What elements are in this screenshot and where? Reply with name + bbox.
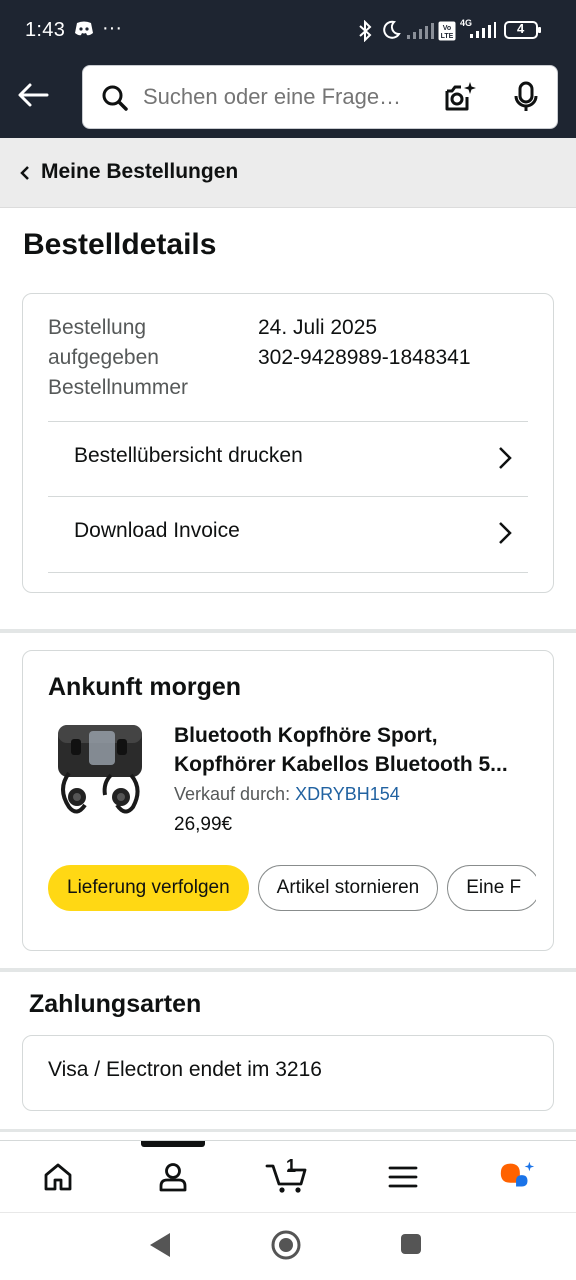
download-invoice-link[interactable]: Download Invoice — [48, 496, 528, 571]
product-title-line1: Bluetooth Kopfhöre Sport, — [174, 724, 438, 747]
system-home-icon[interactable] — [271, 1230, 301, 1265]
action-buttons-row[interactable]: Lieferung verfolgen Artikel stornieren Ein… — [48, 865, 536, 913]
payment-card-ending: endet im 3216 — [188, 1058, 322, 1081]
moon-icon — [381, 20, 401, 45]
order-placed-label-line1: Bestellung — [48, 316, 147, 339]
rufus-icon[interactable] — [497, 1157, 537, 1197]
product-image[interactable] — [55, 719, 145, 829]
order-placed-value: 24. Juli 2025 — [258, 316, 378, 339]
order-placed-label-line2: aufgegeben — [48, 346, 159, 369]
signal-icon-2 — [466, 21, 496, 44]
status-bar: 1:43 ··· Vo LTE 4G 4 — [0, 0, 576, 60]
seller-link[interactable]: XDRYBH154 — [295, 784, 400, 804]
svg-text:LTE: LTE — [441, 33, 454, 40]
section-divider — [0, 629, 576, 633]
system-back-icon[interactable] — [148, 1231, 172, 1264]
search-input[interactable] — [143, 66, 423, 128]
payment-method-name: Visa / Electron — [48, 1058, 184, 1081]
order-number-label: Bestellnummer — [48, 376, 189, 399]
microphone-icon[interactable] — [513, 81, 539, 118]
track-package-button[interactable]: Lieferung verfolgen — [48, 865, 249, 911]
product-title-line2: Kopfhörer Kabellos Bluetooth 5... — [174, 753, 508, 776]
back-button[interactable] — [14, 76, 52, 114]
menu-icon[interactable] — [383, 1157, 423, 1197]
bluetooth-icon — [358, 19, 372, 47]
search-bar[interactable] — [82, 65, 558, 129]
breadcrumb-label: Meine Bestellungen — [41, 160, 239, 183]
search-icon — [101, 84, 129, 117]
svg-text:Vo: Vo — [443, 25, 451, 32]
chevron-right-icon — [498, 521, 512, 550]
chevron-right-icon — [498, 446, 512, 475]
delivery-status-title: Ankunft morgen — [48, 673, 242, 701]
account-icon[interactable] — [153, 1157, 193, 1197]
home-icon[interactable] — [38, 1157, 78, 1197]
divider — [48, 572, 528, 573]
section-divider — [0, 1129, 576, 1132]
breadcrumb[interactable]: Meine Bestellungen — [0, 138, 576, 208]
search-header — [0, 60, 576, 138]
download-invoice-label: Download Invoice — [74, 519, 240, 542]
print-order-summary-label: Bestellübersicht drucken — [74, 444, 303, 467]
seller-prefix: Verkauf durch: — [174, 784, 291, 804]
delivery-card: Ankunft morgen Bluetooth Kopfhöre Sport,… — [22, 650, 554, 951]
more-notifications-icon: ··· — [102, 17, 122, 39]
cancel-item-button[interactable]: Artikel stornieren — [257, 865, 439, 911]
signal-icon-1 — [406, 22, 434, 45]
volte-icon: Vo LTE — [438, 21, 456, 46]
discord-icon — [74, 21, 94, 42]
payment-method-card: Visa / Electron endet im 3216 — [22, 1035, 554, 1111]
order-info-card: Bestellung aufgegeben 24. Juli 2025 Best… — [22, 293, 554, 593]
battery-level: 4 — [517, 21, 525, 36]
order-number-value: 302-9428989-1848341 — [258, 346, 471, 369]
section-divider — [0, 968, 576, 972]
product-title[interactable]: Bluetooth Kopfhöre Sport, Kopfhörer Kabe… — [174, 721, 534, 779]
more-action-button[interactable]: Eine F — [447, 865, 536, 911]
product-price: 26,99€ — [174, 814, 233, 835]
seller-info: Verkauf durch: XDRYBH154 — [174, 784, 400, 805]
page-title: Bestelldetails — [23, 228, 217, 261]
system-navigation-bar — [0, 1212, 576, 1280]
status-time: 1:43 — [25, 19, 66, 41]
active-tab-indicator — [141, 1141, 205, 1147]
cart-count-badge: 1 — [286, 1156, 297, 1176]
camera-search-icon[interactable] — [443, 80, 477, 119]
payment-method-text: Visa / Electron endet im 3216 — [48, 1058, 322, 1082]
back-arrow-icon — [18, 83, 49, 107]
chevron-left-icon — [20, 165, 30, 186]
print-order-summary-link[interactable]: Bestellübersicht drucken — [48, 421, 528, 496]
system-recents-icon[interactable] — [400, 1233, 422, 1260]
payment-methods-title: Zahlungsarten — [29, 990, 202, 1018]
